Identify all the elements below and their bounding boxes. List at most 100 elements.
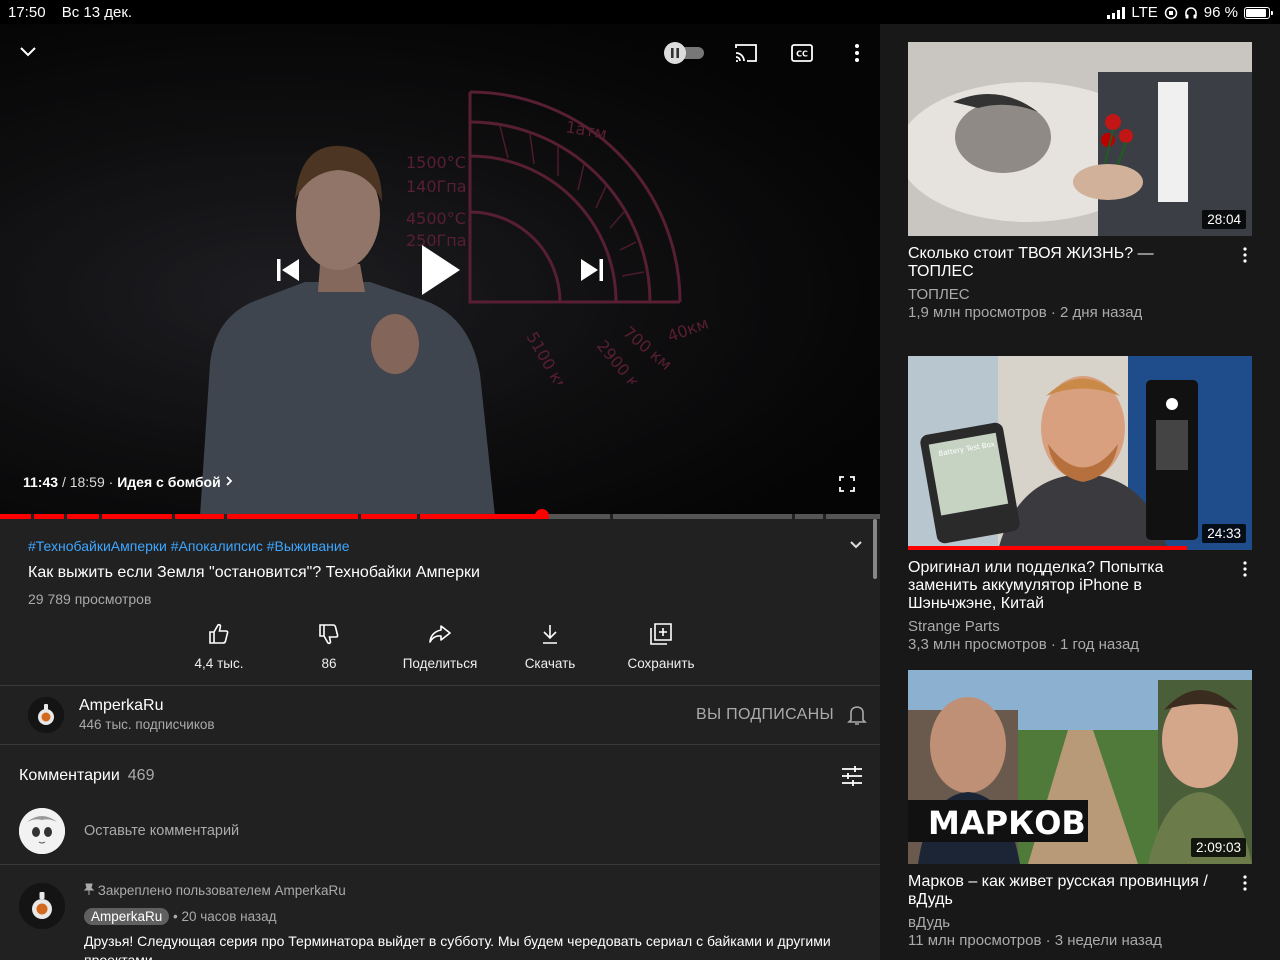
related-video-channel: ТОПЛЕС	[908, 286, 970, 303]
minimize-button[interactable]	[16, 40, 40, 64]
status-date: Вс 13 дек.	[61, 4, 133, 21]
dislike-button[interactable]: 86	[274, 622, 384, 671]
comments-count: 469	[127, 767, 155, 784]
user-avatar	[19, 808, 65, 854]
video-player[interactable]: 1атм 1500°C 140Гпа 4500°C 250Гпа 5100 км…	[0, 24, 880, 516]
more-vertical-icon	[855, 44, 859, 62]
add-comment-input[interactable]: Оставьте комментарий	[84, 823, 239, 839]
amperka-logo	[28, 697, 64, 733]
watched-progress	[908, 546, 1187, 550]
related-video-title: Сколько стоит ТВОЯ ЖИЗНЬ? — ТОПЛЕС	[908, 245, 1154, 280]
thumbs-down-icon	[319, 624, 339, 645]
view-count: 29 789 просмотров	[28, 591, 152, 607]
share-icon	[429, 625, 451, 643]
comment-time: • 20 часов назад	[173, 909, 277, 924]
time-display: 11:43 / 18:59 · Идея с бомбой	[23, 474, 233, 490]
orientation-lock-icon	[1164, 6, 1178, 19]
like-button[interactable]: 4,4 тыс.	[164, 622, 274, 671]
cast-button[interactable]	[733, 41, 759, 65]
battery-icon	[1244, 6, 1273, 19]
video-thumbnail[interactable]: 28:04	[908, 42, 1252, 236]
related-video-card[interactable]: МАРКОВ 2:09:03 Марков – как живет русска…	[908, 670, 1252, 949]
divider	[0, 744, 880, 745]
thumbnail-image: МАРКОВ	[908, 670, 1252, 864]
video-menu-button[interactable]	[1238, 559, 1252, 579]
sort-comments-button[interactable]	[840, 764, 864, 788]
divider	[0, 685, 880, 686]
player-more-button[interactable]	[845, 41, 869, 65]
comment-text: Друзья! Следующая серия про Терминатора …	[84, 933, 831, 960]
video-duration: 28:04	[1202, 210, 1246, 229]
download-label: Скачать	[524, 656, 576, 671]
channel-avatar[interactable]	[28, 697, 64, 733]
share-button[interactable]: Поделиться	[385, 622, 495, 671]
youtube-app: 17:50 Вс 13 дек. LTE 96 % 1атм 1500°C 14…	[0, 0, 1280, 960]
save-playlist-icon	[650, 623, 672, 645]
related-video-meta: 1,9 млн просмотров · 2 дня назад	[908, 304, 1143, 321]
play-icon	[422, 245, 460, 295]
thumbnail-image: Battery Test Box	[908, 356, 1252, 550]
video-menu-button[interactable]	[1238, 873, 1252, 893]
video-duration: 24:33	[1202, 524, 1246, 543]
comments-header[interactable]: Комментарии 469	[19, 767, 154, 785]
like-count: 4,4 тыс.	[194, 656, 244, 671]
comment-author-badge[interactable]: AmperkaRu	[84, 908, 170, 925]
more-vertical-icon	[1243, 247, 1247, 263]
skip-previous-icon	[277, 259, 299, 281]
expand-description-button[interactable]	[844, 533, 868, 557]
chapter-button[interactable]: Идея с бомбой	[117, 474, 232, 490]
more-vertical-icon	[1243, 561, 1247, 577]
status-time: 17:50	[8, 4, 46, 21]
download-button[interactable]: Скачать	[495, 622, 605, 671]
related-video-meta: 11 млн просмотров · 3 недели назад	[908, 932, 1162, 949]
previous-button[interactable]	[270, 250, 306, 290]
channel-name[interactable]: AmperkaRu	[79, 697, 163, 715]
scrollbar[interactable]	[873, 519, 877, 579]
current-time: 11:43	[23, 474, 59, 490]
duration: / 18:59	[61, 474, 105, 490]
video-info-panel: #ТехнобайкиАмперки #Апокалипсис #Выживан…	[0, 519, 880, 960]
video-thumbnail[interactable]: МАРКОВ 2:09:03	[908, 670, 1252, 864]
related-video-meta: 3,3 млн просмотров · 1 год назад	[908, 636, 1140, 653]
chevron-down-icon	[20, 47, 36, 57]
related-video-title: Оригинал или подделка? Попытка заменить …	[908, 559, 1164, 612]
video-menu-button[interactable]	[1238, 245, 1252, 265]
pinned-label: Закреплено пользователем AmperkaRu	[83, 883, 346, 898]
autoplay-pause-icon	[664, 42, 704, 64]
pin-icon	[83, 883, 95, 895]
network-type: LTE	[1131, 4, 1158, 21]
fullscreen-button[interactable]	[835, 472, 859, 496]
time-separator: ·	[108, 474, 114, 490]
thumbs-up-icon	[209, 623, 229, 644]
next-button[interactable]	[574, 250, 610, 290]
dislike-count: 86	[321, 656, 337, 671]
related-video-title: Марков – как живет русская провинция / в…	[908, 873, 1208, 908]
related-video-card[interactable]: Battery Test Box 24:33 Оригинал или подд…	[908, 356, 1252, 653]
play-button[interactable]	[410, 240, 470, 300]
related-videos-sidebar: 28:04 Сколько стоит ТВОЯ ЖИЗНЬ? — ТОПЛЕС…	[880, 24, 1280, 960]
captions-button[interactable]: CC	[789, 41, 815, 65]
fullscreen-icon	[839, 476, 855, 492]
autoplay-toggle[interactable]	[662, 41, 706, 65]
more-vertical-icon	[1243, 875, 1247, 891]
comment-author-avatar[interactable]	[19, 883, 65, 929]
subscribed-button[interactable]: ВЫ ПОДПИСАНЫ	[696, 706, 834, 724]
video-thumbnail[interactable]: Battery Test Box 24:33	[908, 356, 1252, 550]
pinned-text: Закреплено пользователем AmperkaRu	[97, 883, 346, 898]
amperka-logo	[19, 883, 65, 929]
subscriber-count: 446 тыс. подписчиков	[79, 717, 215, 732]
notifications-button[interactable]	[845, 703, 869, 727]
closed-captions-icon: CC	[791, 44, 813, 62]
video-hashtags[interactable]: #ТехнобайкиАмперки #Апокалипсис #Выживан…	[28, 538, 350, 554]
battery-percent: 96 %	[1203, 4, 1238, 21]
chapter-title: Идея с бомбой	[117, 474, 221, 490]
skip-next-icon	[581, 259, 603, 281]
related-video-channel: вДудь	[908, 914, 951, 931]
svg-text:CC: CC	[796, 50, 808, 59]
related-video-card[interactable]: 28:04 Сколько стоит ТВОЯ ЖИЗНЬ? — ТОПЛЕС…	[908, 42, 1252, 321]
save-button[interactable]: Сохранить	[606, 622, 716, 671]
video-title: Как выжить если Земля "остановится"? Тех…	[28, 564, 480, 581]
thumb-text: МАРКОВ	[928, 804, 1086, 842]
status-bar: 17:50 Вс 13 дек. LTE 96 %	[0, 0, 1280, 24]
headphones-icon	[1184, 6, 1197, 18]
